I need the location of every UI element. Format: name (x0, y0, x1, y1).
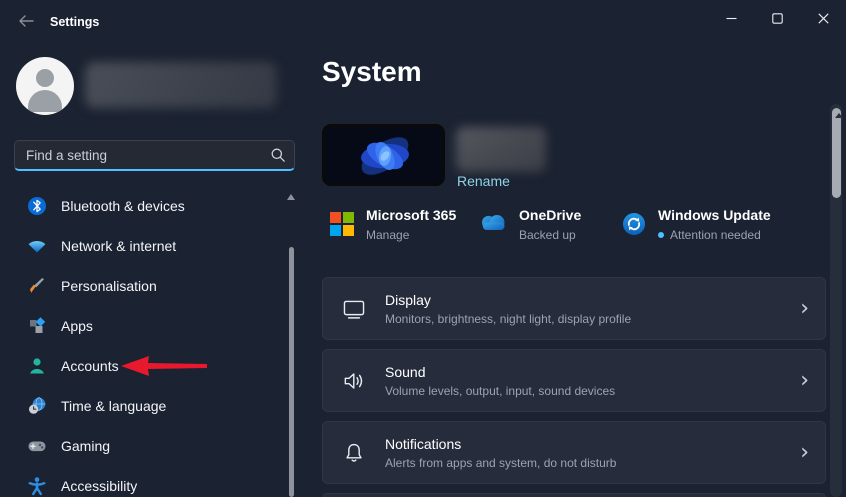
status-onedrive[interactable]: OneDrive Backed up (477, 206, 581, 242)
card-display[interactable]: Display Monitors, brightness, night ligh… (322, 277, 826, 340)
card-notifications[interactable]: Notifications Alerts from apps and syste… (322, 421, 826, 484)
sidebar-item-label: Apps (61, 318, 93, 334)
status-windows-update[interactable]: Windows Update Attention needed (622, 206, 771, 242)
clock-globe-icon (29, 397, 46, 414)
accounts-person-icon (30, 358, 44, 374)
status-title: Microsoft 365 (366, 207, 457, 223)
sidebar-item-label: Time & language (61, 398, 167, 414)
sidebar-scrollbar-thumb[interactable] (289, 247, 294, 497)
device-name-redacted (456, 127, 546, 172)
sidebar-item-label: Personalisation (61, 278, 157, 294)
sound-icon (344, 372, 363, 389)
search-icon (271, 148, 285, 162)
notifications-bell-icon (346, 443, 362, 462)
sidebar-item-network-internet[interactable]: Network & internet (0, 226, 286, 266)
bluetooth-icon (28, 197, 46, 215)
settings-card-list: Display Monitors, brightness, night ligh… (322, 277, 826, 497)
apps-grid-icon (30, 317, 46, 333)
sidebar-item-label: Gaming (61, 438, 111, 454)
card-subtitle: Alerts from apps and system, do not dist… (385, 455, 617, 470)
user-name-redacted (85, 62, 277, 108)
status-microsoft-365[interactable]: Microsoft 365 Manage (330, 206, 456, 242)
sidebar-item-label: Network & internet (61, 238, 177, 254)
card-title: Sound (385, 363, 426, 380)
attention-dot (658, 232, 664, 238)
status-subtitle: Attention needed (670, 228, 761, 242)
user-avatar[interactable] (16, 57, 74, 115)
card-subtitle: Monitors, brightness, night light, displ… (385, 311, 632, 326)
chevron-right-icon: › (800, 367, 809, 393)
chevron-right-icon: › (800, 439, 809, 465)
status-title: Windows Update (658, 207, 771, 223)
avatar-person-icon (36, 69, 54, 87)
page-title: System (322, 56, 422, 87)
display-icon (343, 300, 365, 319)
sidebar-item-label: Accounts (61, 358, 119, 374)
paintbrush-icon (30, 278, 44, 293)
sidebar-item-label: Bluetooth & devices (61, 198, 185, 214)
minimize-icon (726, 17, 736, 19)
onedrive-cloud-icon (482, 215, 505, 230)
status-title: OneDrive (519, 207, 582, 223)
windows-update-icon (623, 213, 645, 235)
card-title: Display (385, 291, 431, 308)
microsoft-logo-icon (330, 212, 354, 236)
bloom-wallpaper-image (325, 127, 442, 183)
status-subtitle[interactable]: Manage (366, 228, 409, 242)
back-arrow-icon (19, 15, 34, 27)
accessibility-person-icon (28, 477, 46, 496)
card-next-partial[interactable] (322, 493, 826, 497)
device-wallpaper-thumbnail (322, 124, 445, 186)
settings-search[interactable] (14, 140, 295, 171)
status-subtitle: Backed up (519, 228, 576, 242)
minimize-button[interactable] (708, 0, 754, 36)
wifi-icon (28, 240, 46, 253)
maximize-button[interactable] (754, 0, 800, 36)
sidebar-item-bluetooth-devices[interactable]: Bluetooth & devices (0, 186, 286, 226)
back-button[interactable] (10, 8, 42, 34)
card-title: Notifications (385, 435, 462, 452)
search-input[interactable] (26, 147, 270, 163)
close-icon (817, 12, 829, 24)
card-sound[interactable]: Sound Volume levels, output, input, soun… (322, 349, 826, 412)
window-controls (708, 0, 846, 36)
sidebar-scrollbar-up-arrow[interactable] (287, 194, 295, 200)
card-subtitle: Volume levels, output, input, sound devi… (385, 383, 616, 398)
sidebar-item-personalisation[interactable]: Personalisation (0, 266, 286, 306)
main-scrollbar-up-arrow[interactable] (834, 113, 843, 118)
window-title: Settings (50, 15, 100, 29)
gamepad-icon (28, 441, 46, 452)
sidebar-nav: Bluetooth & devices Network & internet P… (0, 186, 286, 497)
sidebar-item-time-language[interactable]: Time & language (0, 386, 286, 426)
titlebar: Settings (0, 0, 846, 40)
sidebar-item-label: Accessibility (61, 478, 138, 494)
sidebar-item-accessibility[interactable]: Accessibility (0, 466, 286, 497)
rename-link[interactable]: Rename (457, 173, 510, 189)
maximize-icon (771, 12, 783, 24)
main-scrollbar-thumb[interactable] (832, 108, 841, 198)
sidebar-item-apps[interactable]: Apps (0, 306, 286, 346)
close-button[interactable] (800, 0, 846, 36)
sidebar-item-gaming[interactable]: Gaming (0, 426, 286, 466)
red-annotation-arrow (121, 356, 207, 376)
chevron-right-icon: › (800, 295, 809, 321)
